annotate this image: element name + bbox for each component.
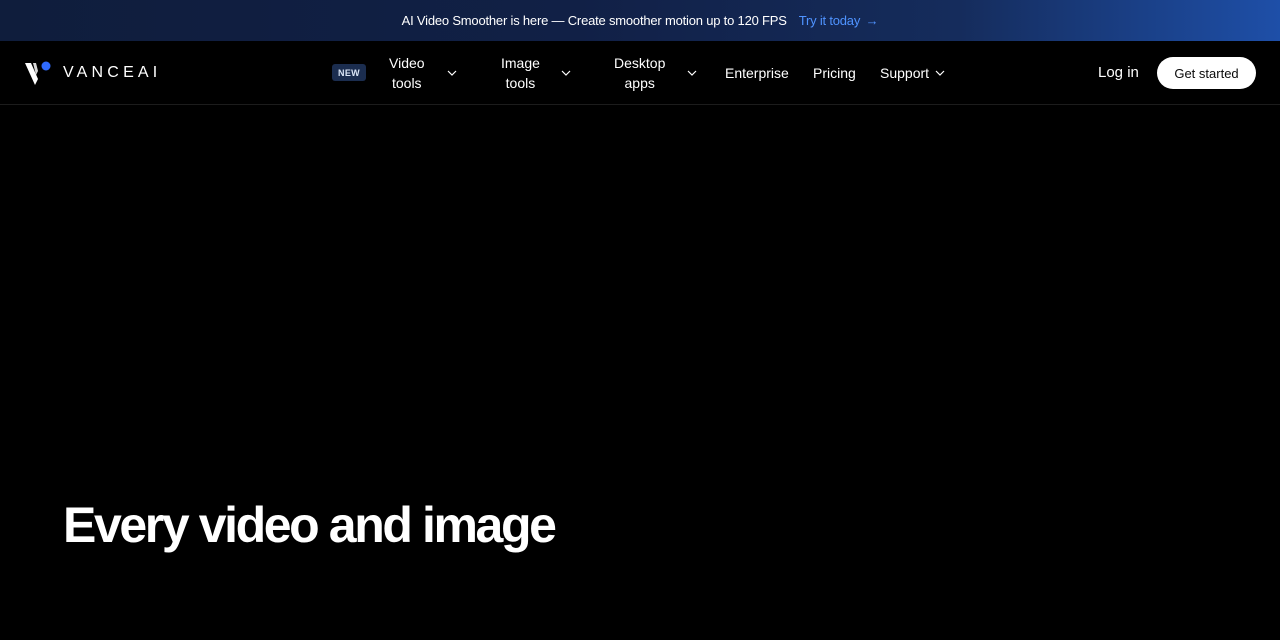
login-link[interactable]: Log in bbox=[1098, 63, 1139, 83]
nav-support-label: Support bbox=[880, 65, 930, 81]
nav-desktop-apps[interactable]: Desktop apps bbox=[614, 41, 697, 105]
nav-video-tools-line1: Video bbox=[389, 55, 425, 71]
vanceai-logo-icon bbox=[25, 61, 51, 85]
hero-section bbox=[0, 105, 1280, 640]
nav-image-tools-label: Image tools bbox=[501, 53, 540, 93]
new-badge: NEW bbox=[332, 64, 366, 81]
announcement-text: AI Video Smoother is here — Create smoot… bbox=[401, 13, 787, 28]
brand-logo-link[interactable]: VANCEAI bbox=[25, 61, 161, 85]
nav-video-tools-line2: tools bbox=[391, 75, 422, 91]
chevron-down-icon bbox=[687, 70, 697, 76]
nav-pricing-label: Pricing bbox=[813, 65, 856, 81]
nav-desktop-apps-line1: Desktop bbox=[614, 55, 666, 71]
chevron-down-icon bbox=[561, 70, 571, 76]
nav-video-tools-label: Video tools bbox=[389, 53, 425, 93]
hero-title: Every video and image bbox=[63, 497, 557, 553]
brand-wordmark: VANCEAI bbox=[63, 64, 162, 81]
arrow-right-icon: → bbox=[865, 13, 879, 28]
nav-desktop-apps-line2: apps bbox=[624, 75, 655, 91]
announcement-cta-link[interactable]: Try it today → bbox=[799, 13, 879, 28]
nav-enterprise[interactable]: Enterprise bbox=[725, 41, 789, 105]
nav-video-tools[interactable]: Video tools bbox=[389, 41, 457, 105]
announcement-cta-label: Try it today bbox=[798, 13, 861, 28]
chevron-down-icon bbox=[447, 70, 457, 76]
nav-desktop-apps-label: Desktop apps bbox=[614, 53, 665, 93]
nav-image-tools-line1: Image bbox=[501, 55, 540, 71]
nav-support[interactable]: Support bbox=[880, 41, 945, 105]
nav-pricing[interactable]: Pricing bbox=[813, 41, 856, 105]
main-navigation: VANCEAI NEW Video tools Image tools Desk… bbox=[0, 41, 1280, 105]
nav-enterprise-label: Enterprise bbox=[725, 65, 789, 81]
nav-image-tools-line2: tools bbox=[505, 75, 536, 91]
chevron-down-icon bbox=[935, 70, 945, 76]
get-started-button[interactable]: Get started bbox=[1157, 57, 1256, 89]
nav-image-tools[interactable]: Image tools bbox=[501, 41, 571, 105]
announcement-bar: AI Video Smoother is here — Create smoot… bbox=[0, 0, 1280, 41]
